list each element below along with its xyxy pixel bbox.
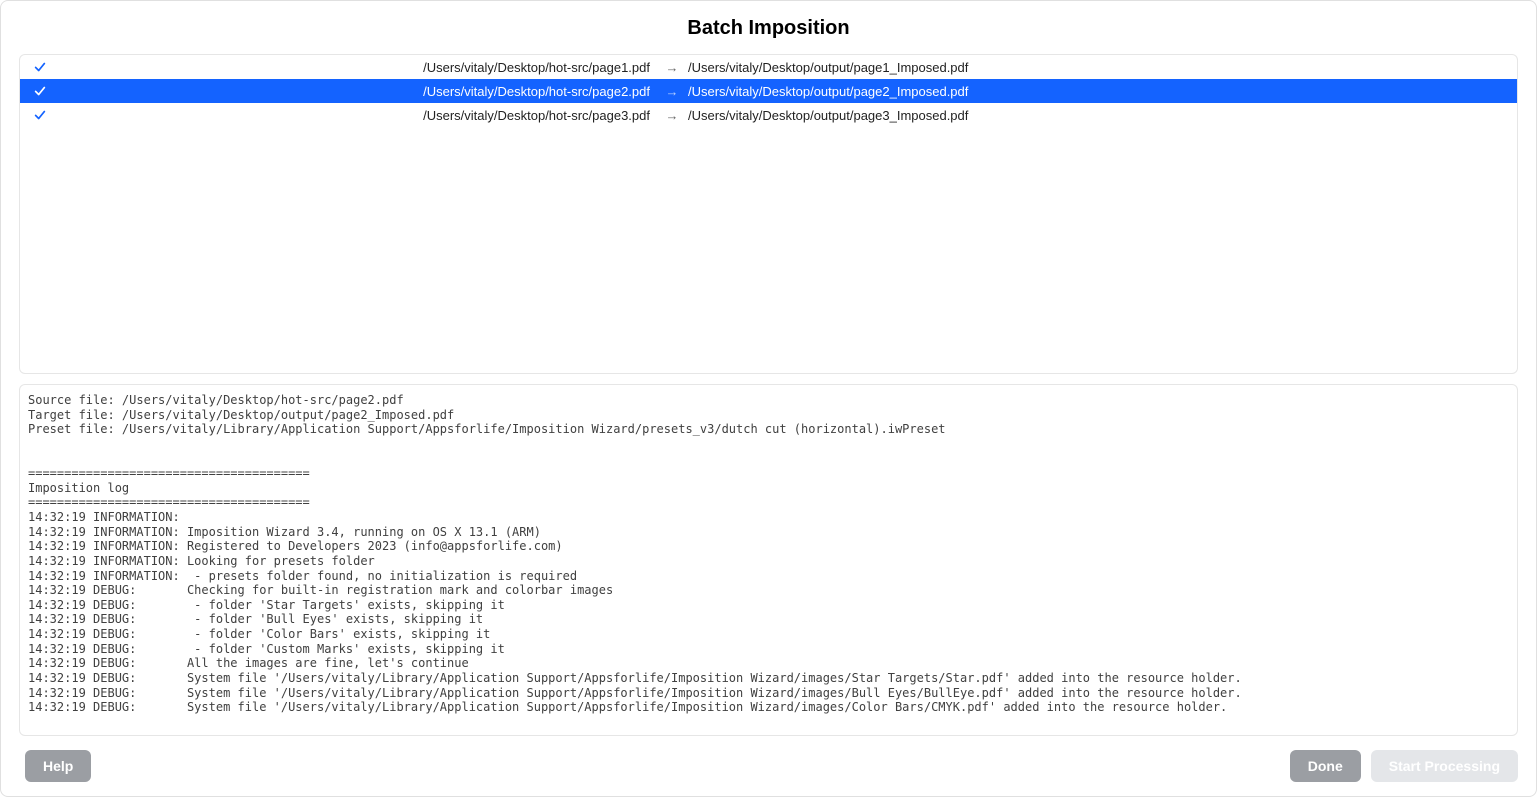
target-path: /Users/vitaly/Desktop/output/page3_Impos…: [684, 108, 1517, 123]
arrow-right-icon: →: [660, 108, 684, 123]
checkmark-icon: [20, 108, 60, 122]
done-button[interactable]: Done: [1290, 750, 1361, 782]
file-row[interactable]: /Users/vitaly/Desktop/hot-src/page2.pdf→…: [20, 79, 1517, 103]
log-panel[interactable]: Source file: /Users/vitaly/Desktop/hot-s…: [19, 384, 1518, 736]
arrow-right-icon: →: [660, 60, 684, 75]
batch-imposition-window: Batch Imposition /Users/vitaly/Desktop/h…: [0, 0, 1537, 797]
checkmark-icon: [20, 60, 60, 74]
target-path: /Users/vitaly/Desktop/output/page2_Impos…: [684, 84, 1517, 99]
source-path: /Users/vitaly/Desktop/hot-src/page2.pdf: [60, 84, 660, 99]
source-path: /Users/vitaly/Desktop/hot-src/page3.pdf: [60, 108, 660, 123]
help-button[interactable]: Help: [25, 750, 91, 782]
source-path: /Users/vitaly/Desktop/hot-src/page1.pdf: [60, 60, 660, 75]
file-list[interactable]: /Users/vitaly/Desktop/hot-src/page1.pdf→…: [19, 54, 1518, 374]
arrow-right-icon: →: [660, 84, 684, 99]
log-output: Source file: /Users/vitaly/Desktop/hot-s…: [28, 393, 1509, 715]
start-processing-button: Start Processing: [1371, 750, 1518, 782]
footer-bar: Help Done Start Processing: [1, 736, 1536, 796]
page-title: Batch Imposition: [1, 1, 1536, 50]
file-row[interactable]: /Users/vitaly/Desktop/hot-src/page3.pdf→…: [20, 103, 1517, 127]
file-row[interactable]: /Users/vitaly/Desktop/hot-src/page1.pdf→…: [20, 55, 1517, 79]
checkmark-icon: [20, 84, 60, 98]
target-path: /Users/vitaly/Desktop/output/page1_Impos…: [684, 60, 1517, 75]
